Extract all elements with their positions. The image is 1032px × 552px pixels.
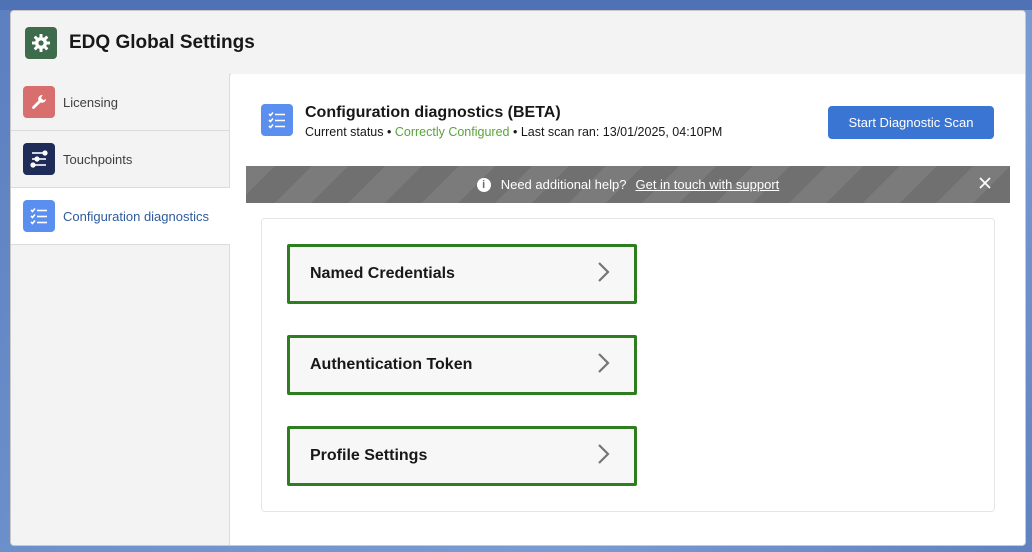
chevron-right-icon	[596, 352, 610, 379]
checklist-icon	[23, 200, 55, 232]
diagnostics-card: Named Credentials Authentication Token P…	[261, 218, 995, 512]
chevron-right-icon	[596, 261, 610, 288]
sidebar-item-licensing[interactable]: Licensing	[11, 74, 229, 131]
sidebar: Licensing Touchpoints Configuration diag…	[11, 74, 230, 545]
sidebar-item-label: Touchpoints	[63, 151, 133, 167]
diagnostic-item-profile-settings[interactable]: Profile Settings	[287, 426, 637, 486]
status-separator: •	[383, 125, 395, 139]
diagnostic-item-authentication-token[interactable]: Authentication Token	[287, 335, 637, 395]
sidebar-item-label: Configuration diagnostics	[63, 208, 209, 224]
close-icon[interactable]	[978, 176, 992, 190]
settings-window: EDQ Global Settings Licensing Touchpoint…	[10, 10, 1026, 546]
status-badge: Correctly Configured	[394, 125, 510, 139]
status-prefix: Current status	[305, 125, 384, 139]
gear-icon	[25, 26, 57, 59]
status-separator: •	[509, 125, 521, 139]
background-banner	[0, 0, 1032, 10]
diagnostics-status: Current status • Correctly Configured • …	[305, 125, 722, 139]
sidebar-item-configuration-diagnostics[interactable]: Configuration diagnostics	[11, 188, 230, 245]
last-scan-text: Last scan ran: 13/01/2025, 04:10PM	[520, 125, 723, 139]
diagnostic-item-label: Authentication Token	[310, 356, 473, 373]
diagnostics-title: Configuration diagnostics (BETA)	[305, 104, 561, 121]
checklist-icon	[261, 104, 293, 136]
diagnostic-item-label: Named Credentials	[310, 265, 455, 282]
diagnostic-item-named-credentials[interactable]: Named Credentials	[287, 244, 637, 304]
diagnostic-item-label: Profile Settings	[310, 447, 428, 464]
page-title: EDQ Global Settings	[69, 31, 255, 53]
sidebar-item-label: Licensing	[63, 94, 118, 110]
route-icon	[23, 143, 55, 175]
app-header: EDQ Global Settings	[11, 11, 1025, 75]
chevron-right-icon	[596, 443, 610, 470]
sidebar-item-touchpoints[interactable]: Touchpoints	[11, 131, 229, 188]
support-link[interactable]: Get in touch with support	[635, 177, 779, 192]
info-icon: i	[476, 177, 491, 192]
main-content: Configuration diagnostics (BETA) Current…	[231, 74, 1025, 545]
wrench-icon	[23, 86, 55, 118]
help-text: Need additional help?	[500, 177, 627, 192]
diagnostics-header: Configuration diagnostics (BETA) Current…	[261, 104, 722, 139]
help-banner: i Need additional help? Get in touch wit…	[246, 166, 1010, 203]
start-diagnostic-scan-button[interactable]: Start Diagnostic Scan	[828, 106, 994, 139]
